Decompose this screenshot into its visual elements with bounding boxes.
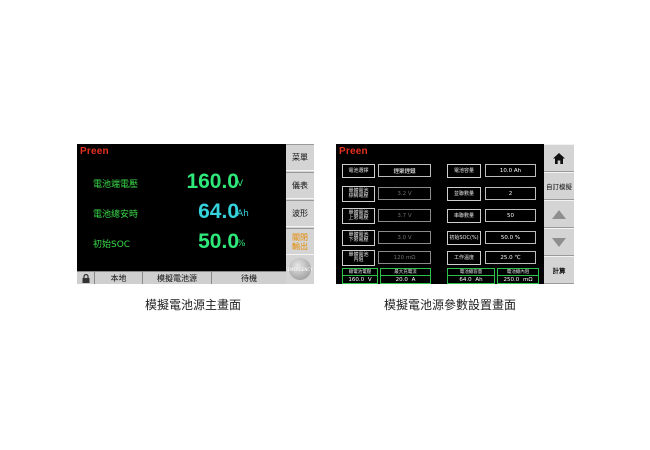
menu-button[interactable]: 菜單 [286,144,314,171]
cell-lower-voltage-field[interactable]: 3.0 V [378,231,431,244]
param-screen-panel: Preen 電池選擇 鋰聚鋰鐵 單體電池 標稱電壓 3.2 V 單體電池 上限電… [336,144,574,284]
meter-button[interactable]: 儀表 [286,172,314,199]
home-button[interactable] [544,144,574,172]
max-charge-current-value: 20.0 A [380,275,431,284]
battery-type-field[interactable]: 鋰聚鋰鐵 [378,164,431,177]
soc-unit: % [237,239,246,249]
param-side-panel: 自訂模擬 計算 [544,144,574,284]
soc-value: 50.0 [198,230,239,253]
main-screen-panel: Preen 電池端電壓 160.0 V 電池總安時 64.0 Ah 初始SOC … [77,144,314,284]
home-icon [553,152,565,164]
cell-upper-voltage-field[interactable]: 3.7 V [378,209,431,222]
cell-resistance-field[interactable]: 120 mΩ [378,251,431,264]
soc-row: 初始SOC 50.0 % [77,230,285,254]
main-bottom-bar: 本地 模擬電池源 待機 [77,271,286,284]
tab-local[interactable]: 本地 [94,272,143,284]
output-off-button[interactable]: 關閉 輸出 [286,228,314,255]
temperature-label: 工作溫度 [447,251,481,265]
series-count-label: 串聯數量 [447,209,481,223]
lock-icon[interactable] [81,274,91,283]
total-resistance-value: 250.0 mΩ [497,275,539,284]
down-arrow-icon [552,237,566,247]
temperature-field[interactable]: 25.0 ℃ [485,251,536,264]
voltage-unit: V [237,179,244,189]
brand-logo: Preen [339,146,368,157]
voltage-label: 電池端電壓 [93,180,139,190]
emergency-stop-label: EMERGENCY [287,266,313,272]
capacity-unit: Ah [237,209,249,219]
brand-logo: Preen [80,146,109,157]
total-capacity-value: 64.0 Ah [447,275,495,284]
battery-type-label: 電池選擇 [342,164,375,178]
down-button[interactable] [544,228,574,256]
cell-resistance-label: 單體電池 內阻 [342,250,375,266]
initial-soc-field[interactable]: 50.0 % [485,231,536,244]
voltage-value: 160.0 [186,170,239,193]
cell-lower-voltage-label: 單體電池 下限電壓 [342,230,375,246]
cell-upper-voltage-label: 單體電池 上限電壓 [342,208,375,224]
parallel-count-label: 並聯數量 [447,187,481,201]
total-voltage-value: 160.0 V [342,275,378,284]
custom-simulation-button[interactable]: 自訂模擬 [544,172,574,200]
capacity-value: 64.0 [198,200,239,223]
capacity-label: 電池總安時 [93,210,139,220]
cell-nominal-voltage-label: 單體電池 標稱電壓 [342,186,375,202]
tab-battery-simulation[interactable]: 模擬電池源 [143,272,212,284]
series-count-field[interactable]: 50 [485,209,536,222]
up-button[interactable] [544,200,574,228]
calculate-button[interactable]: 計算 [544,256,574,284]
capacity-label: 電池容量 [447,164,481,178]
param-screen-caption: 模擬電池源參數設置畫面 [384,298,517,312]
voltage-row: 電池端電壓 160.0 V [77,170,285,194]
capacity-row: 電池總安時 64.0 Ah [77,200,285,224]
up-arrow-icon [552,209,566,219]
main-screen-caption: 模擬電池源主畫面 [145,298,242,312]
parallel-count-field[interactable]: 2 [485,187,536,200]
main-side-panel: 菜單 儀表 波形 關閉 輸出 EMERGENCY [286,144,314,284]
soc-label: 初始SOC [93,240,131,250]
tab-standby[interactable]: 待機 [212,272,286,284]
cell-nominal-voltage-field[interactable]: 3.2 V [378,187,431,200]
emergency-stop-button[interactable]: EMERGENCY [287,258,313,280]
waveform-button[interactable]: 波形 [286,200,314,227]
initial-soc-label: 初始SOC(%) [447,231,481,245]
capacity-field[interactable]: 10.0 Ah [485,164,536,177]
